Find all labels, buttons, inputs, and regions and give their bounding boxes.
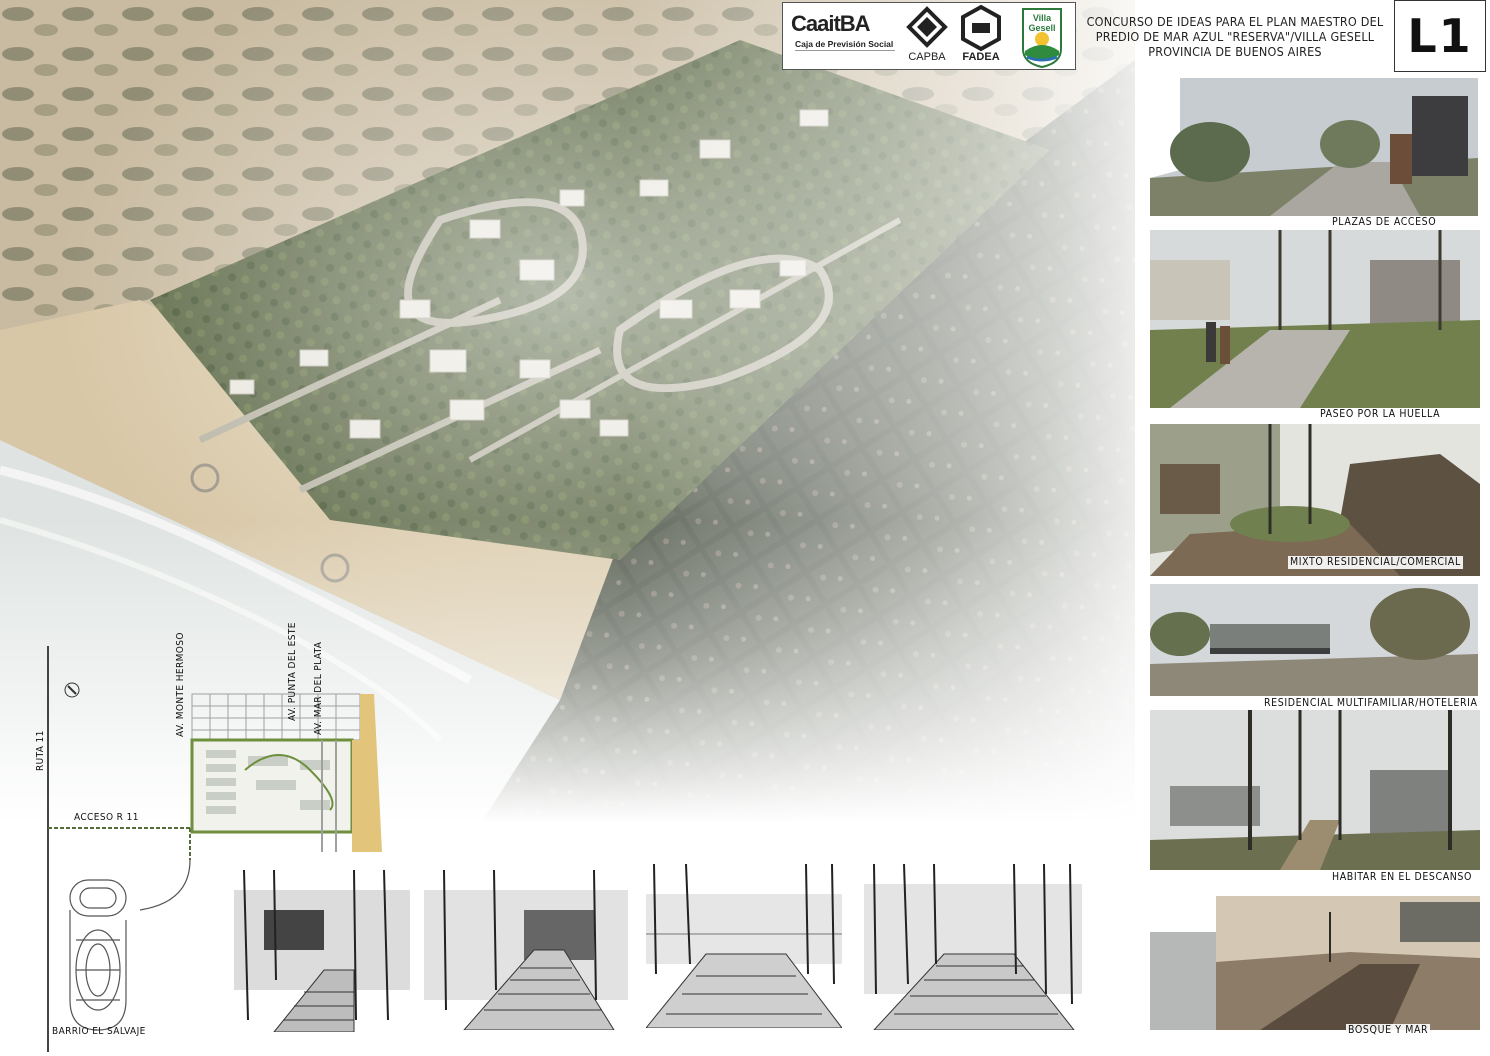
label-barrio-el-salvaje: BARRIO EL SALVAJE — [52, 1026, 146, 1037]
title-line-1: CONCURSO DE IDEAS PARA EL PLAN MAESTRO D… — [1086, 13, 1384, 29]
caption-bosque-y-mar: BOSQUE Y MAR — [1346, 1024, 1431, 1037]
sketch-boardwalk-forest-1 — [204, 870, 410, 1032]
render-bosque-y-mar — [1150, 892, 1480, 1030]
fadea-logo: FADEA — [955, 3, 1007, 69]
label-acceso-r11: ACCESO R 11 — [74, 812, 139, 823]
villa-gesell-label: Villa Gesell — [1028, 13, 1056, 33]
caption-mixto-residencial-comercial: MIXTO RESIDENCIAL/COMERCIAL — [1288, 556, 1463, 569]
caaitba-logo: CaaitBA Caja de Previsión Social — [789, 3, 901, 69]
label-ruta-11: RUTA 11 — [35, 730, 46, 771]
render-plazas-de-acceso — [1150, 78, 1478, 216]
sheet-number-box: L1 — [1394, 0, 1486, 72]
sheet-number: L1 — [1407, 9, 1473, 63]
label-av-monte-hermoso: AV. MONTE HERMOSO — [175, 632, 186, 737]
competition-title: CONCURSO DE IDEAS PARA EL PLAN MAESTRO D… — [1076, 2, 1394, 70]
caaitba-fine-print — [795, 50, 895, 60]
caption-habitar-en-el-descanso: HABITAR EN EL DESCANSO — [1330, 871, 1475, 884]
render-paseo-por-la-huella — [1150, 230, 1480, 408]
render-habitar-en-el-descanso — [1150, 710, 1480, 870]
title-line-3: PROVINCIA DE BUENOS AIRES — [1148, 43, 1322, 59]
title-line-2: PREDIO DE MAR AZUL "RESERVA"/VILLA GESEL… — [1095, 28, 1375, 44]
caaitba-wordmark: CaaitBA — [791, 11, 871, 36]
capba-label: CAPBA — [908, 51, 946, 63]
render-residencial-multifamiliar-hoteleria — [1150, 584, 1478, 696]
fadea-label: FADEA — [962, 51, 1000, 63]
sponsor-logos-strip: CaaitBA Caja de Previsión Social CAPBA F… — [782, 2, 1076, 70]
caption-plazas-de-acceso: PLAZAS DE ACCESO — [1330, 216, 1439, 229]
sketch-forest-promenade — [864, 864, 1082, 1030]
villa-gesell-logo: Villa Gesell — [1019, 3, 1065, 69]
capba-logo: CAPBA — [901, 3, 953, 69]
sketch-boardwalk-to-sea — [646, 864, 842, 1028]
caption-paseo-por-la-huella: PASEO POR LA HUELLA — [1318, 408, 1443, 421]
caaitba-subtitle: Caja de Previsión Social — [795, 39, 894, 49]
label-av-mar-del-plata: AV. MAR DEL PLATA — [313, 641, 324, 735]
label-av-punta-del-este: AV. PUNTA DEL ESTE — [287, 622, 298, 721]
sketch-boardwalk-forest-2 — [424, 870, 628, 1030]
caption-residencial-multifamiliar-hoteleria: RESIDENCIAL MULTIFAMILIAR/HOTELERIA — [1262, 697, 1480, 710]
render-mixto-residencial-comercial — [1150, 424, 1480, 576]
